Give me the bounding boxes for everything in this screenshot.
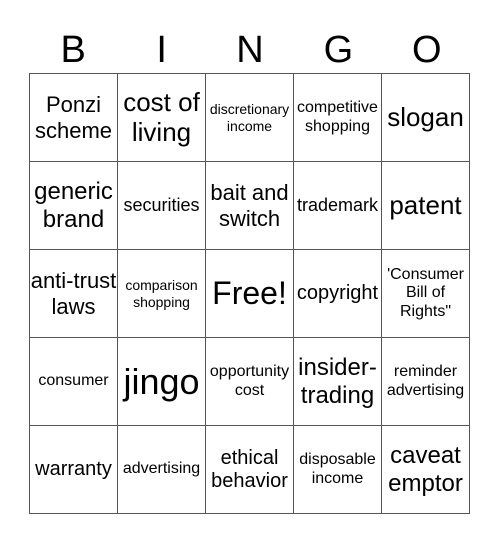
header-letter-g: G xyxy=(323,29,354,71)
bingo-cell[interactable]: bait and switch xyxy=(205,161,294,250)
header-letter-n: N xyxy=(236,29,264,71)
header-letter-o: O xyxy=(412,29,442,71)
bingo-cell[interactable]: generic brand xyxy=(29,161,118,250)
bingo-cell[interactable]: cost of living xyxy=(117,73,206,162)
header-letter-i: I xyxy=(156,29,167,71)
bingo-cell[interactable]: advertising xyxy=(117,425,206,514)
bingo-cell[interactable]: patent xyxy=(381,161,470,250)
bingo-cell[interactable]: trademark xyxy=(293,161,382,250)
bingo-row: consumer jingo opportunity cost insider-… xyxy=(29,337,470,426)
bingo-cell[interactable]: copyright xyxy=(293,249,382,338)
bingo-cell[interactable]: slogan xyxy=(381,73,470,162)
bingo-cell[interactable]: reminder advertising xyxy=(381,337,470,426)
bingo-cell[interactable]: warranty xyxy=(29,425,118,514)
bingo-cell[interactable]: disposable income xyxy=(293,425,382,514)
header-letter-b: B xyxy=(60,29,86,71)
bingo-cell[interactable]: insider-trading xyxy=(293,337,382,426)
free-space[interactable]: Free! xyxy=(205,249,294,338)
bingo-cell[interactable]: competitive shopping xyxy=(293,73,382,162)
bingo-row: generic brand securities bait and switch… xyxy=(29,161,470,250)
bingo-cell[interactable]: comparison shopping xyxy=(117,249,206,338)
bingo-row: warranty advertising ethical behavior di… xyxy=(29,425,470,514)
bingo-cell[interactable]: 'Consumer Bill of Rights" xyxy=(381,249,470,338)
bingo-cell[interactable]: jingo xyxy=(117,337,206,426)
bingo-card: Ponzi scheme cost of living discretionar… xyxy=(29,73,470,514)
bingo-cell[interactable]: Ponzi scheme xyxy=(29,73,118,162)
bingo-cell[interactable]: discretionary income xyxy=(205,73,294,162)
bingo-cell[interactable]: anti-trust laws xyxy=(29,249,118,338)
bingo-cell[interactable]: caveat emptor xyxy=(381,425,470,514)
bingo-cell[interactable]: opportunity cost xyxy=(205,337,294,426)
bingo-row: Ponzi scheme cost of living discretionar… xyxy=(29,73,470,162)
bingo-row: anti-trust laws comparison shopping Free… xyxy=(29,249,470,338)
bingo-cell[interactable]: consumer xyxy=(29,337,118,426)
bingo-header: B I N G O xyxy=(29,30,471,70)
bingo-cell[interactable]: ethical behavior xyxy=(205,425,294,514)
bingo-cell[interactable]: securities xyxy=(117,161,206,250)
